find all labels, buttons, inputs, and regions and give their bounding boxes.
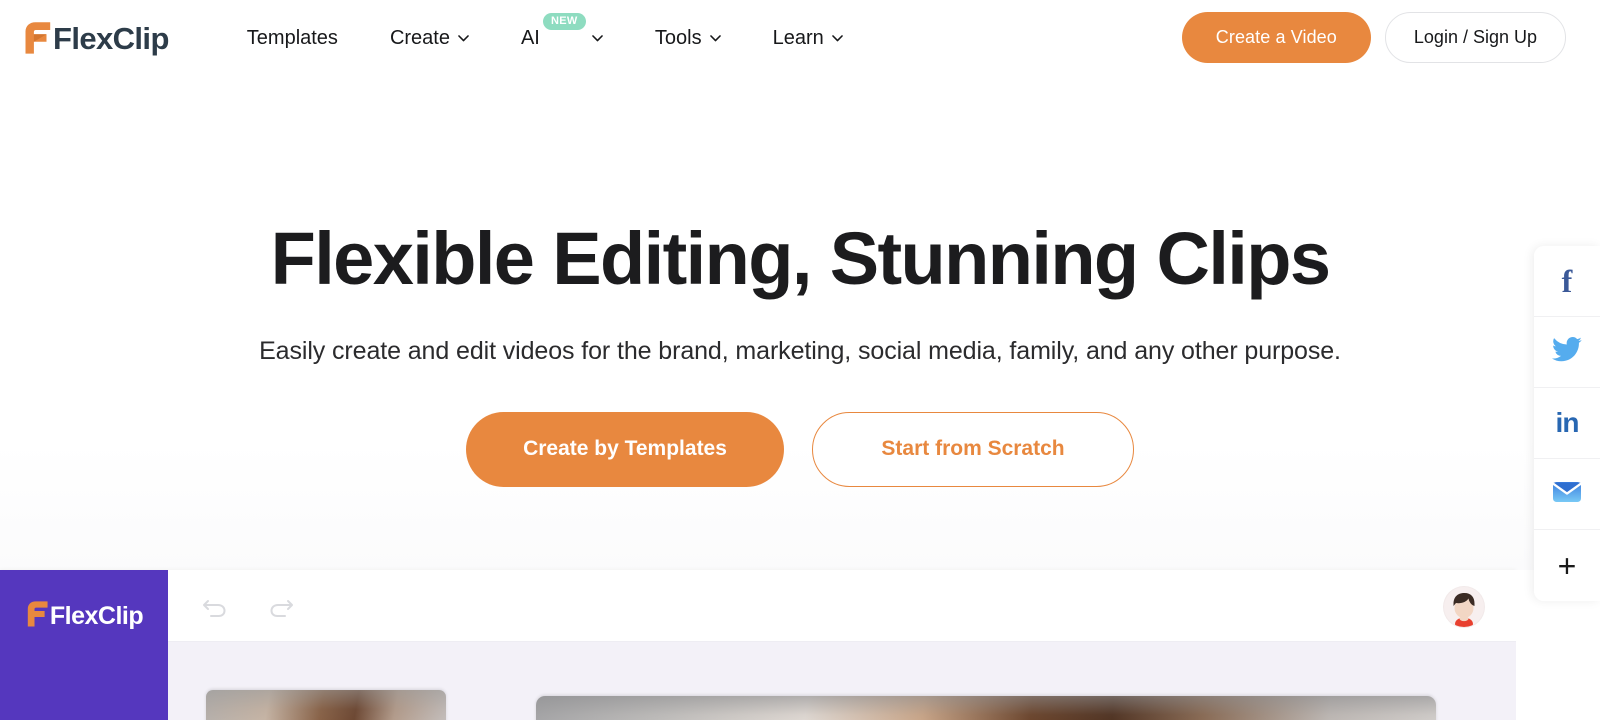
header-actions: Create a Video Login / Sign Up — [1181, 12, 1566, 63]
flexclip-f-logo-icon — [22, 21, 52, 55]
redo-arrow-icon[interactable] — [264, 589, 298, 623]
nav-label: Create — [389, 27, 450, 49]
chevron-down-icon — [831, 34, 843, 42]
site-header: FlexClip Templates Create AI NEW Tools L… — [0, 0, 1600, 76]
editor-sidebar: FlexClip — [0, 570, 168, 720]
share-linkedin-button[interactable]: in — [1534, 388, 1600, 459]
facebook-icon: f — [1561, 263, 1573, 299]
email-icon — [1552, 480, 1582, 509]
editor-logo-wordmark: FlexClip — [49, 602, 144, 630]
editor-preview: FlexClip — [0, 570, 1516, 720]
flexclip-logo[interactable]: FlexClip — [22, 15, 169, 61]
logo-wordmark: FlexClip — [53, 20, 169, 56]
hero-title: Flexible Editing, Stunning Clips — [270, 217, 1331, 300]
nav-item-learn[interactable]: Learn — [773, 28, 843, 48]
twitter-icon — [1552, 337, 1582, 367]
nav-item-tools[interactable]: Tools — [655, 28, 721, 48]
main-navigation: Templates Create AI NEW Tools Learn — [247, 0, 843, 76]
hero-section: Flexible Editing, Stunning Clips Easily … — [0, 76, 1600, 570]
flexclip-f-logo-icon — [25, 600, 49, 633]
chevron-down-icon — [592, 34, 603, 42]
editor-canvas — [168, 642, 1516, 720]
nav-label: Learn — [772, 27, 824, 49]
editor-toolbar — [168, 570, 1516, 642]
nav-item-create[interactable]: Create — [390, 28, 469, 48]
editor-main-area — [168, 570, 1516, 720]
nav-label: AI — [520, 27, 540, 49]
start-from-scratch-button[interactable]: Start from Scratch — [812, 411, 1134, 487]
share-twitter-button[interactable] — [1534, 317, 1600, 388]
share-more-button[interactable]: + — [1534, 530, 1600, 601]
editor-logo[interactable]: FlexClip — [25, 600, 144, 633]
user-avatar[interactable] — [1444, 587, 1484, 627]
nav-item-ai[interactable]: AI NEW — [520, 13, 603, 49]
nav-item-templates[interactable]: Templates — [247, 28, 338, 48]
share-email-button[interactable] — [1534, 459, 1600, 530]
nav-label: Templates — [246, 27, 338, 49]
undo-arrow-icon[interactable] — [198, 589, 232, 623]
hero-cta-group: Create by Templates Start from Scratch — [0, 411, 1600, 487]
flexclip-landing-page: FlexClip Templates Create AI NEW Tools L… — [0, 0, 1600, 720]
hero-subtitle: Easily create and edit videos for the br… — [259, 336, 1341, 365]
new-badge: NEW — [542, 13, 586, 30]
create-by-templates-button[interactable]: Create by Templates — [466, 411, 784, 487]
social-share-rail: f in + — [1534, 246, 1600, 601]
create-a-video-button[interactable]: Create a Video — [1181, 12, 1371, 63]
login-signup-button[interactable]: Login / Sign Up — [1384, 12, 1566, 63]
chevron-down-icon — [458, 34, 469, 42]
nav-label: Tools — [654, 27, 702, 49]
plus-icon: + — [1557, 547, 1577, 584]
media-thumbnail-portrait[interactable] — [206, 690, 446, 720]
video-preview-panel[interactable] — [536, 696, 1436, 720]
chevron-down-icon — [709, 34, 721, 42]
linkedin-icon: in — [1555, 407, 1580, 438]
share-facebook-button[interactable]: f — [1534, 246, 1600, 317]
